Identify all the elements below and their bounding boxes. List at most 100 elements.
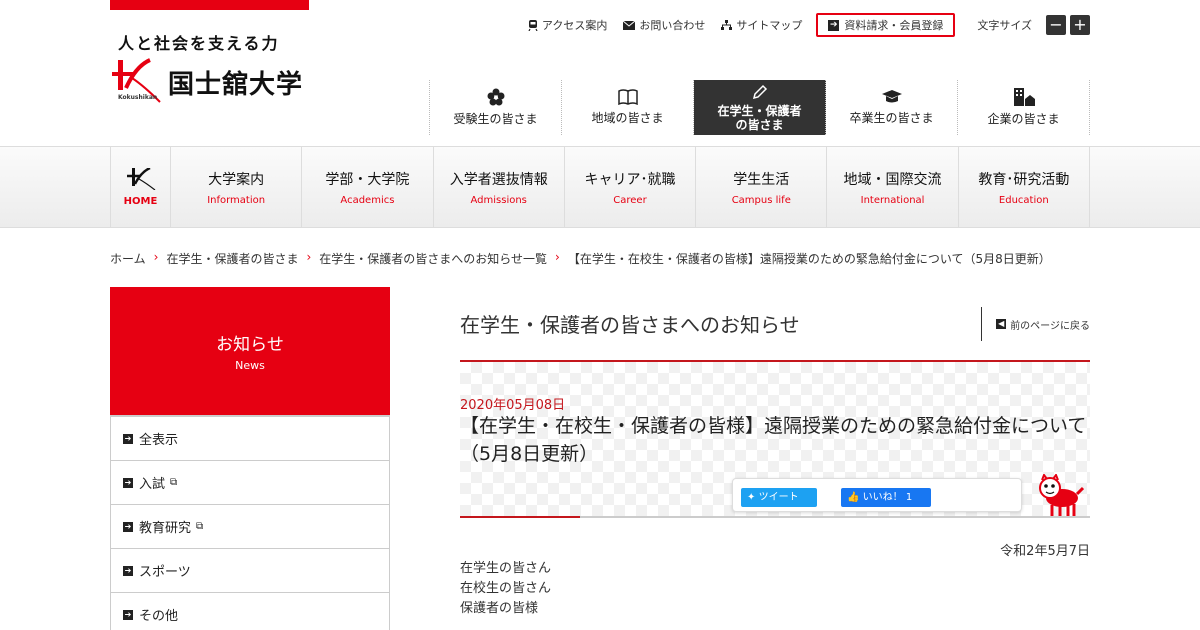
audience-label: 卒業生の皆さま	[849, 111, 934, 125]
gnav-label-ja: 教育･研究活動	[978, 171, 1070, 188]
tweet-label: ツイート	[758, 492, 799, 503]
letter-date: 令和2年5月7日	[1000, 544, 1090, 559]
train-icon	[528, 19, 538, 31]
pencil-icon	[752, 84, 767, 99]
book-icon	[617, 89, 638, 105]
gnav-label-en: Admissions	[470, 194, 527, 206]
audience-item-companies[interactable]: 企業の皆さま	[958, 80, 1090, 135]
gnav-label-ja: 地域・国際交流	[843, 171, 942, 188]
recipient-line: 保護者の皆様	[460, 601, 539, 616]
request-materials-button[interactable]: ➔ 資料請求・会員登録	[816, 13, 956, 37]
graduation-cap-icon	[881, 90, 902, 103]
facebook-like-button[interactable]: 👍 いいね！ 1	[841, 488, 931, 507]
gnav-label-en: Academics	[340, 194, 395, 206]
gnav-item-international[interactable]: 地域・国際交流 International	[827, 147, 959, 227]
gnav-item-campus-life[interactable]: 学生生活 Campus life	[696, 147, 828, 227]
utility-nav: アクセス案内 お問い合わせ サイトマップ ➔ 資料請求・会員登録 文字サイズ −…	[512, 12, 1090, 38]
sitemap-label: サイトマップ	[736, 19, 803, 32]
sidebar-item-label: その他	[139, 609, 179, 624]
gnav-item-admissions[interactable]: 入学者選抜情報 Admissions	[434, 147, 565, 227]
sidebar-item-other[interactable]: ➔ その他	[111, 593, 389, 630]
audience-item-applicants[interactable]: 受験生の皆さま	[430, 80, 562, 135]
page-title: 在学生・保護者の皆さまへのお知らせ	[460, 313, 800, 337]
breadcrumb-home[interactable]: ホーム	[110, 250, 146, 267]
logo-sub-text: Kokushikan	[118, 94, 158, 101]
share-box: ✦ ツイート 👍 いいね！ 1	[732, 478, 1022, 512]
recipient-line: 在学生の皆さん	[460, 561, 552, 576]
audience-item-students[interactable]: 在学生・保護者の皆さま	[694, 80, 826, 135]
tweet-button[interactable]: ✦ ツイート	[741, 488, 817, 507]
gnav-label-ja: 学生生活	[733, 171, 790, 188]
contact-link[interactable]: お問い合わせ	[623, 17, 705, 33]
gnav-label-ja: キャリア･就職	[584, 171, 676, 188]
like-label: いいね！ 1	[862, 492, 913, 503]
sidebar-header: お知らせ News	[110, 287, 390, 415]
sidebar-item-label: 教育研究	[139, 521, 192, 536]
home-label: HOME	[123, 195, 158, 207]
tagline: 人と社会を支える力	[118, 34, 280, 53]
global-nav: HOME 大学案内 Information 学部・大学院 Academics 入…	[0, 146, 1200, 228]
gnav-label-ja: 入学者選抜情報	[449, 171, 548, 188]
gnav-label-ja: 大学案内	[208, 171, 265, 188]
contact-label: お問い合わせ	[639, 19, 706, 32]
gnav-item-career[interactable]: キャリア･就職 Career	[565, 147, 697, 227]
request-label: 資料請求・会員登録	[844, 19, 944, 32]
home-link[interactable]: HOME	[111, 147, 171, 227]
article-divider	[460, 516, 1090, 518]
gnav-item-education[interactable]: 教育･研究活動 Education	[959, 147, 1090, 227]
sidebar: お知らせ News ➔ 全表示 ➔ 入試 ⧉ ➔ 教育研究 ⧉ ➔ スポーツ ➔…	[110, 287, 390, 630]
audience-label: 受験生の皆さま	[453, 112, 538, 126]
audience-label: 地域の皆さま	[591, 111, 664, 125]
recipients: 在学生の皆さん 在校生の皆さん 保護者の皆様	[460, 559, 551, 619]
audience-item-community[interactable]: 地域の皆さま	[562, 80, 694, 135]
article-date: 2020年05月08日	[460, 398, 566, 413]
sidebar-list: ➔ 全表示 ➔ 入試 ⧉ ➔ 教育研究 ⧉ ➔ スポーツ ➔ その他	[110, 415, 390, 630]
chevron-right-icon: ›	[555, 250, 560, 264]
gnav-label-en: Campus life	[731, 194, 791, 206]
audience-label: 企業の皆さま	[987, 112, 1060, 126]
gnav-label-en: Career	[613, 194, 647, 206]
arrow-right-icon: ➔	[123, 565, 133, 576]
access-link[interactable]: アクセス案内	[528, 17, 607, 33]
chevron-right-icon: ›	[306, 250, 312, 264]
external-link-icon: ⧉	[170, 477, 178, 488]
mail-icon	[623, 20, 636, 30]
font-smaller-button[interactable]: −	[1046, 15, 1066, 35]
sidebar-item-label: 入試	[139, 477, 166, 492]
sidebar-subtitle: News	[235, 359, 265, 372]
audience-label: 在学生・保護者の皆さま	[717, 103, 802, 132]
arrow-right-icon: ➔	[123, 521, 133, 532]
font-larger-button[interactable]: +	[1070, 15, 1090, 35]
back-link[interactable]: ◀ 前のページに戻る	[981, 307, 1090, 341]
back-label: 前のページに戻る	[1010, 320, 1090, 332]
breadcrumb-students[interactable]: 在学生・保護者の皆さま	[166, 250, 298, 267]
gnav-item-information[interactable]: 大学案内 Information	[171, 147, 303, 227]
audience-item-alumni[interactable]: 卒業生の皆さま	[826, 80, 958, 135]
audience-nav: 受験生の皆さま 地域の皆さま 在学生・保護者の皆さま 卒業生の皆さま 企業の皆さ…	[429, 80, 1090, 135]
logo-name: 国士舘大学	[168, 70, 304, 100]
kokushikan-logo-icon	[126, 167, 155, 190]
breadcrumb-current: 【在学生・在校生・保護者の皆様】遠隔授業のための緊急給付金について（5月8日更新…	[567, 252, 1051, 266]
sitemap-link[interactable]: サイトマップ	[721, 17, 802, 33]
arrow-right-icon: ➔	[123, 433, 133, 444]
gnav-item-academics[interactable]: 学部・大学院 Academics	[302, 147, 434, 227]
gnav-label-ja: 学部・大学院	[325, 171, 410, 188]
access-label: アクセス案内	[541, 19, 608, 32]
gnav-label-en: Education	[998, 194, 1049, 206]
top-accent-bar	[110, 0, 309, 10]
article-title: 【在学生・在校生・保護者の皆様】遠隔授業のための緊急給付金について（5月8日更新…	[460, 415, 1087, 465]
font-size-label: 文字サイズ	[977, 19, 1032, 32]
site-logo[interactable]: Kokushikan 国士舘大学	[110, 58, 310, 108]
external-link-icon: ⧉	[196, 521, 204, 532]
sidebar-item-sports[interactable]: ➔ スポーツ	[111, 549, 389, 593]
sitemap-icon	[721, 20, 733, 30]
sidebar-item-admissions[interactable]: ➔ 入試 ⧉	[111, 461, 389, 505]
building-icon	[1013, 88, 1035, 106]
sidebar-item-all[interactable]: ➔ 全表示	[111, 417, 389, 461]
arrow-right-icon: ➔	[828, 19, 840, 31]
breadcrumb-news-list[interactable]: 在学生・保護者の皆さまへのお知らせ一覧	[319, 250, 547, 267]
article-header: 2020年05月08日 【在学生・在校生・保護者の皆様】遠隔授業のための緊急給付…	[460, 360, 1090, 518]
thumbs-up-icon: 👍	[847, 492, 860, 503]
recipient-line: 在校生の皆さん	[460, 581, 552, 596]
sidebar-item-research[interactable]: ➔ 教育研究 ⧉	[111, 505, 389, 549]
